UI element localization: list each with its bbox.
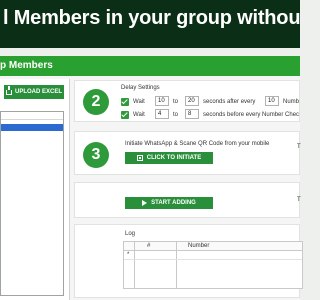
log-card: Log # Number * [74,224,303,298]
window-title-bar: p Members [0,56,300,76]
numbers-label: Numb [283,99,300,105]
delay-settings-heading: Delay Settings [121,85,160,91]
initiate-button[interactable]: CLICK TO INITIATE [125,152,213,164]
column-header-number: Number [188,243,210,249]
upload-excel-button[interactable]: UPLOAD EXCEL [4,85,64,99]
play-icon [142,200,148,206]
delay-to-input[interactable]: 20 [185,96,199,106]
side-mark: T [297,144,301,150]
table-row[interactable] [124,251,302,260]
check-delay-to-input[interactable]: 8 [185,109,199,119]
step-number: 2 [83,89,109,115]
number-list[interactable] [0,111,64,296]
every-count-input[interactable]: 10 [265,96,279,106]
list-header [1,112,63,120]
column-divider [176,242,177,288]
qr-icon [136,155,143,161]
banner-title: l Members in your group without saving [3,7,300,29]
wait-label-2: Wait [133,112,145,118]
side-mark: T [297,197,301,203]
start-adding-button[interactable]: START ADDING [125,197,213,209]
start-adding-card: START ADDING T [74,182,301,218]
to-label-2: to [173,112,179,118]
delay-from-input[interactable]: 10 [155,96,169,106]
upload-icon [5,85,12,95]
step-number: 3 [83,142,109,168]
wait-after-checkbox[interactable] [121,98,129,106]
main-content: UPLOAD EXCEL 2 Delay Settings Wait 10 to… [0,76,303,300]
window-title: p Members [0,60,53,71]
initiate-label: CLICK TO INITIATE [146,155,202,161]
to-label: to [173,99,179,105]
check-delay-from-input[interactable]: 4 [155,109,169,119]
left-panel: UPLOAD EXCEL [0,79,70,300]
wait-label: Wait [133,99,145,105]
log-table-header [124,242,302,251]
after-every-label: seconds after every [203,99,256,105]
start-adding-label: START ADDING [151,200,196,206]
log-heading: Log [125,231,136,237]
upload-excel-label: UPLOAD EXCEL [14,89,62,95]
delay-settings-card: 2 Delay Settings Wait 10 to 20 seconds a… [74,80,300,122]
column-header-index: # [147,243,151,249]
list-item-selected[interactable] [1,124,63,131]
new-row-marker: * [127,252,130,258]
promo-banner: l Members in your group without saving [0,0,300,48]
column-divider [134,242,135,288]
before-check-label: seconds before every Number Chec [203,112,300,118]
wait-before-checkbox[interactable] [121,111,129,119]
whatsapp-init-card: 3 Initiate WhatsApp & Scane QR Code from… [74,131,301,175]
whatsapp-heading: Initiate WhatsApp & Scane QR Code from y… [125,141,270,147]
log-table[interactable]: # Number * [123,241,303,289]
